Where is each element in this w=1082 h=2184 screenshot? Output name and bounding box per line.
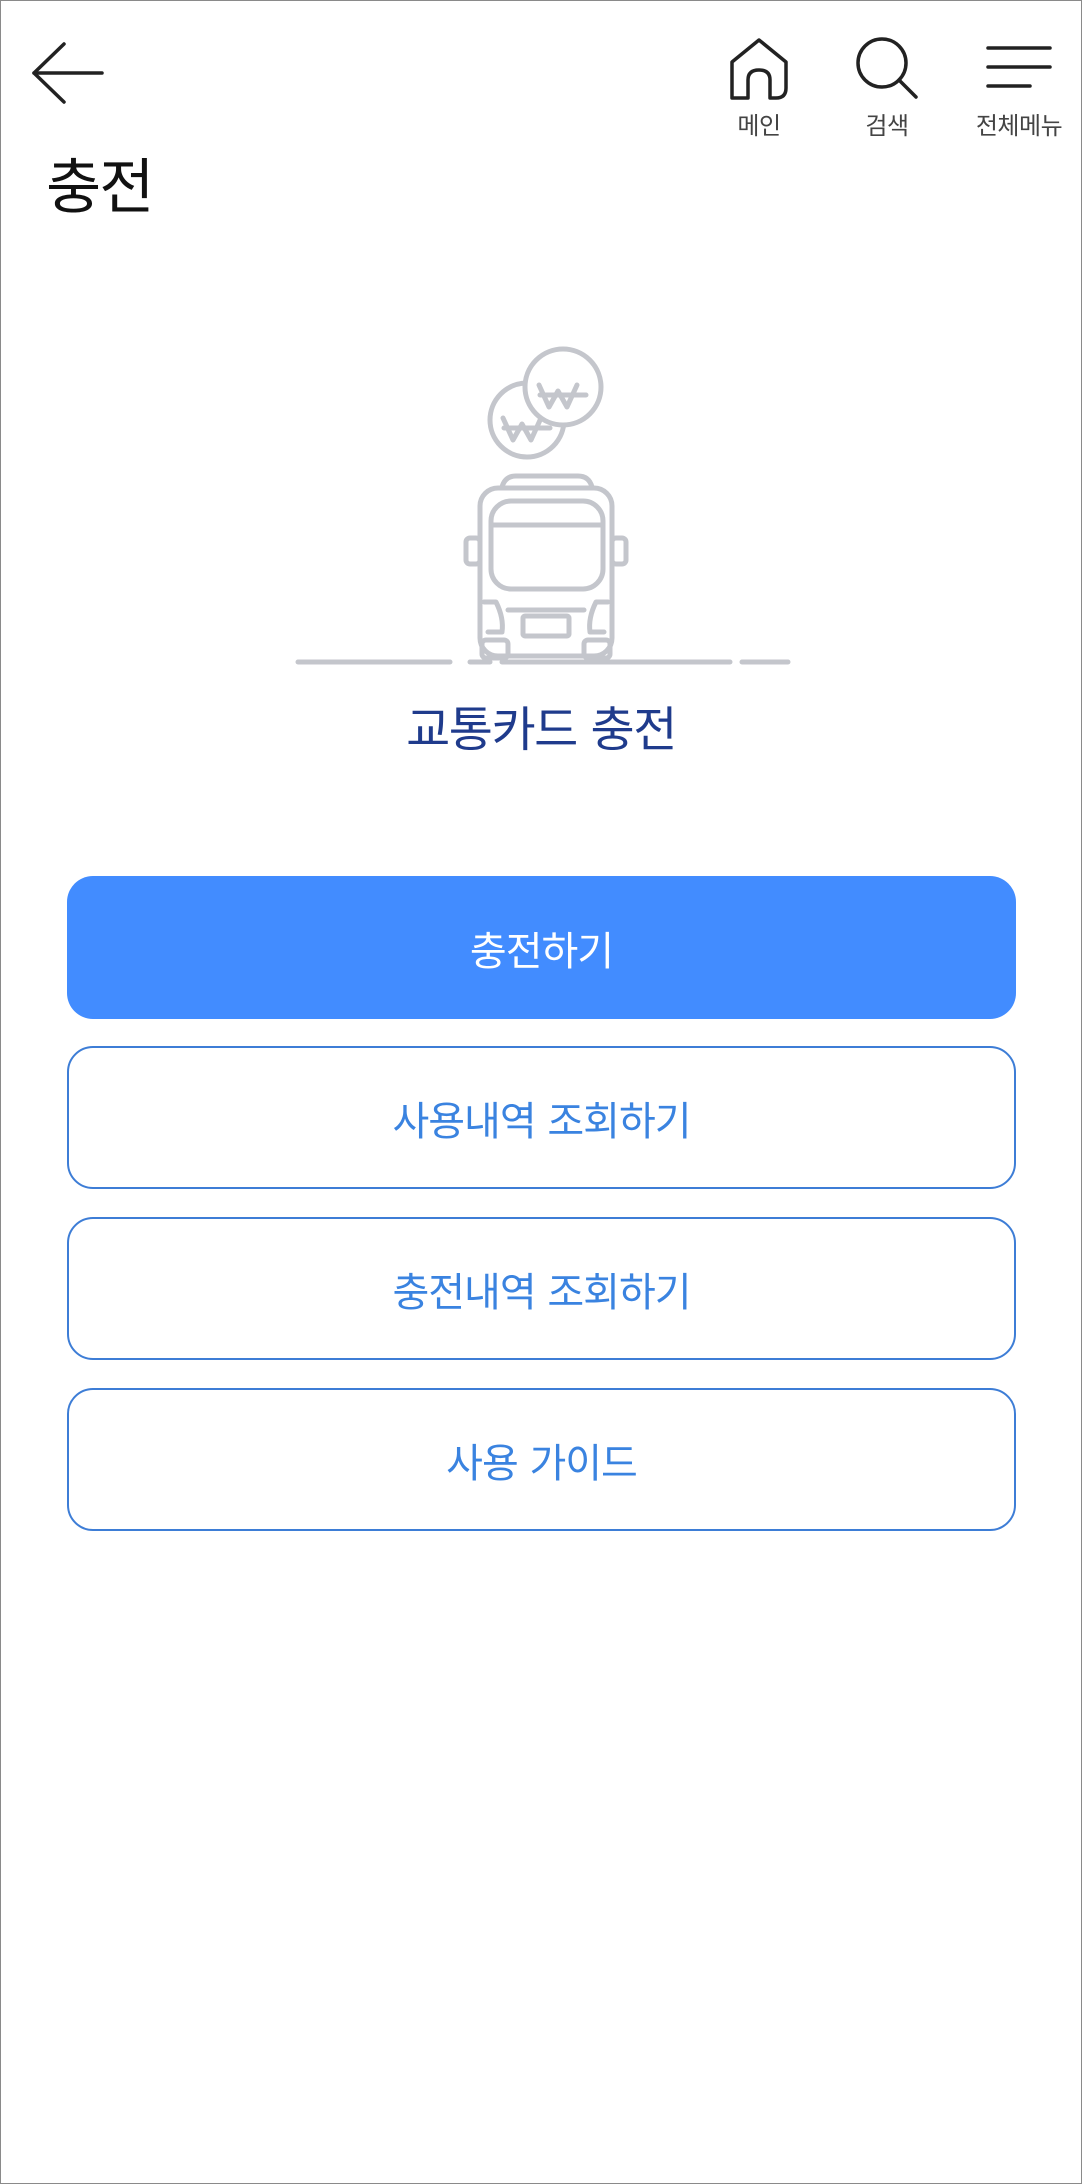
menu-button[interactable]: 전체메뉴 xyxy=(964,36,1074,146)
bus-with-coins-illustration xyxy=(295,346,791,665)
charge-history-button[interactable]: 충전내역 조회하기 xyxy=(67,1217,1016,1360)
menu-label: 전체메뉴 xyxy=(975,112,1063,140)
charge-button-label: 충전하기 xyxy=(469,928,614,975)
search-button[interactable]: 검색 xyxy=(832,36,942,146)
section-title: 교통카드 충전 xyxy=(406,702,677,758)
charge-button[interactable]: 충전하기 xyxy=(67,876,1016,1019)
search-label: 검색 xyxy=(865,112,909,140)
usage-guide-button-label: 사용 가이드 xyxy=(446,1440,638,1487)
hamburger-menu-icon xyxy=(986,46,1052,88)
usage-history-button[interactable]: 사용내역 조회하기 xyxy=(67,1046,1016,1189)
usage-history-button-label: 사용내역 조회하기 xyxy=(392,1098,691,1145)
back-arrow-icon xyxy=(32,42,104,104)
home-button[interactable]: 메인 xyxy=(704,36,814,146)
home-label: 메인 xyxy=(737,112,781,140)
usage-guide-button[interactable]: 사용 가이드 xyxy=(67,1388,1016,1531)
page-title: 충전 xyxy=(46,153,154,223)
back-button[interactable] xyxy=(30,38,110,108)
coin-icon xyxy=(522,346,604,428)
search-icon xyxy=(856,37,918,99)
home-icon xyxy=(730,38,788,100)
charge-history-button-label: 충전내역 조회하기 xyxy=(392,1269,691,1316)
